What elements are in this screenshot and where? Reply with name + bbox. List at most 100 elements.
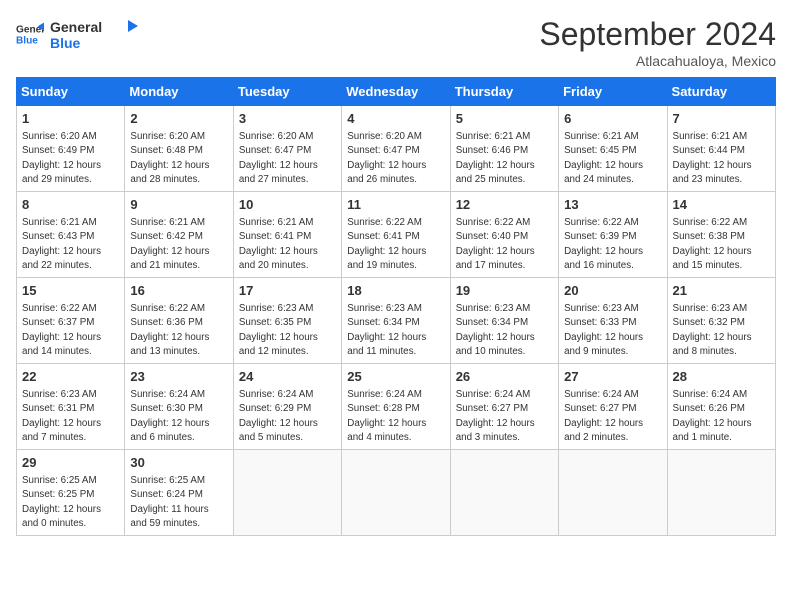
calendar-cell: 12 Sunrise: 6:22 AM Sunset: 6:40 PM Dayli… (450, 192, 558, 278)
calendar-body: 1 Sunrise: 6:20 AM Sunset: 6:49 PM Daylig… (17, 106, 776, 536)
day-number: 1 (22, 110, 119, 128)
calendar-cell: 4 Sunrise: 6:20 AM Sunset: 6:47 PM Daylig… (342, 106, 450, 192)
day-number: 17 (239, 282, 336, 300)
calendar-cell: 22 Sunrise: 6:23 AM Sunset: 6:31 PM Dayli… (17, 364, 125, 450)
svg-text:Blue: Blue (50, 35, 81, 51)
calendar-cell: 9Sunrise: 6:21 AM Sunset: 6:42 PM Daylig… (125, 192, 233, 278)
calendar-cell: 14 Sunrise: 6:22 AM Sunset: 6:38 PM Dayli… (667, 192, 775, 278)
day-info: Sunrise: 6:20 AM Sunset: 6:47 PM Dayligh… (239, 130, 336, 187)
day-number: 19 (456, 282, 553, 300)
calendar-cell: 19 Sunrise: 6:23 AM Sunset: 6:34 PM Dayli… (450, 278, 558, 364)
day-number: 27 (564, 368, 661, 386)
day-number: 15 (22, 282, 119, 300)
calendar-cell (342, 450, 450, 536)
day-number: 16 (130, 282, 227, 300)
calendar-cell (667, 450, 775, 536)
calendar-cell: 25 Sunrise: 6:24 AM Sunset: 6:28 PM Dayli… (342, 364, 450, 450)
calendar-cell: 16 Sunrise: 6:22 AM Sunset: 6:36 PM Dayli… (125, 278, 233, 364)
calendar-cell: 11Sunrise: 6:22 AM Sunset: 6:41 PM Dayli… (342, 192, 450, 278)
calendar-header-saturday: Saturday (667, 78, 775, 106)
day-number: 30 (130, 454, 227, 472)
day-info: Sunrise: 6:21 AM Sunset: 6:45 PM Dayligh… (564, 130, 661, 187)
calendar-week-row: 29 Sunrise: 6:25 AM Sunset: 6:25 PM Dayli… (17, 450, 776, 536)
calendar-cell: 13 Sunrise: 6:22 AM Sunset: 6:39 PM Dayli… (559, 192, 667, 278)
day-number: 21 (673, 282, 770, 300)
day-number: 5 (456, 110, 553, 128)
day-info: Sunrise: 6:25 AM Sunset: 6:25 PM Dayligh… (22, 474, 119, 531)
day-info: Sunrise: 6:21 AM Sunset: 6:41 PM Dayligh… (239, 216, 336, 273)
day-info: Sunrise: 6:21 AM Sunset: 6:42 PM Dayligh… (130, 216, 227, 273)
calendar-cell: 18Sunrise: 6:23 AM Sunset: 6:34 PM Dayli… (342, 278, 450, 364)
day-info: Sunrise: 6:22 AM Sunset: 6:37 PM Dayligh… (22, 302, 119, 359)
day-info: Sunrise: 6:23 AM Sunset: 6:31 PM Dayligh… (22, 388, 119, 445)
day-number: 14 (673, 196, 770, 214)
logo-icon: General Blue (16, 20, 44, 48)
day-info: Sunrise: 6:21 AM Sunset: 6:43 PM Dayligh… (22, 216, 119, 273)
day-info: Sunrise: 6:20 AM Sunset: 6:48 PM Dayligh… (130, 130, 227, 187)
day-number: 2 (130, 110, 227, 128)
day-number: 29 (22, 454, 119, 472)
day-number: 25 (347, 368, 444, 386)
day-number: 24 (239, 368, 336, 386)
calendar-cell: 6Sunrise: 6:21 AM Sunset: 6:45 PM Daylig… (559, 106, 667, 192)
calendar-cell: 7 Sunrise: 6:21 AM Sunset: 6:44 PM Daylig… (667, 106, 775, 192)
day-info: Sunrise: 6:20 AM Sunset: 6:47 PM Dayligh… (347, 130, 444, 187)
day-number: 10 (239, 196, 336, 214)
calendar-header-sunday: Sunday (17, 78, 125, 106)
page-header: General Blue General Blue September 2024… (16, 16, 776, 69)
day-info: Sunrise: 6:22 AM Sunset: 6:39 PM Dayligh… (564, 216, 661, 273)
day-info: Sunrise: 6:20 AM Sunset: 6:49 PM Dayligh… (22, 130, 119, 187)
day-info: Sunrise: 6:23 AM Sunset: 6:34 PM Dayligh… (456, 302, 553, 359)
day-info: Sunrise: 6:24 AM Sunset: 6:27 PM Dayligh… (456, 388, 553, 445)
day-info: Sunrise: 6:21 AM Sunset: 6:44 PM Dayligh… (673, 130, 770, 187)
calendar-header-friday: Friday (559, 78, 667, 106)
calendar-cell (559, 450, 667, 536)
day-info: Sunrise: 6:21 AM Sunset: 6:46 PM Dayligh… (456, 130, 553, 187)
day-info: Sunrise: 6:23 AM Sunset: 6:32 PM Dayligh… (673, 302, 770, 359)
calendar-cell: 24 Sunrise: 6:24 AM Sunset: 6:29 PM Dayli… (233, 364, 341, 450)
logo-graphic: General Blue (50, 16, 140, 52)
day-number: 22 (22, 368, 119, 386)
day-info: Sunrise: 6:24 AM Sunset: 6:28 PM Dayligh… (347, 388, 444, 445)
calendar-cell: 17 Sunrise: 6:23 AM Sunset: 6:35 PM Dayli… (233, 278, 341, 364)
calendar-header-thursday: Thursday (450, 78, 558, 106)
title-block: September 2024 Atlacahualoya, Mexico (539, 16, 776, 69)
calendar-cell (233, 450, 341, 536)
calendar-cell: 23Sunrise: 6:24 AM Sunset: 6:30 PM Dayli… (125, 364, 233, 450)
calendar-cell: 8Sunrise: 6:21 AM Sunset: 6:43 PM Daylig… (17, 192, 125, 278)
day-number: 12 (456, 196, 553, 214)
calendar-header-row: SundayMondayTuesdayWednesdayThursdayFrid… (17, 78, 776, 106)
calendar-week-row: 1 Sunrise: 6:20 AM Sunset: 6:49 PM Daylig… (17, 106, 776, 192)
calendar-cell: 30Sunrise: 6:25 AM Sunset: 6:24 PM Dayli… (125, 450, 233, 536)
logo: General Blue General Blue (16, 16, 140, 52)
calendar-week-row: 8Sunrise: 6:21 AM Sunset: 6:43 PM Daylig… (17, 192, 776, 278)
day-info: Sunrise: 6:23 AM Sunset: 6:33 PM Dayligh… (564, 302, 661, 359)
day-info: Sunrise: 6:22 AM Sunset: 6:40 PM Dayligh… (456, 216, 553, 273)
calendar-header-tuesday: Tuesday (233, 78, 341, 106)
calendar-cell: 29 Sunrise: 6:25 AM Sunset: 6:25 PM Dayli… (17, 450, 125, 536)
day-info: Sunrise: 6:22 AM Sunset: 6:38 PM Dayligh… (673, 216, 770, 273)
calendar-cell: 1 Sunrise: 6:20 AM Sunset: 6:49 PM Daylig… (17, 106, 125, 192)
calendar-cell: 10 Sunrise: 6:21 AM Sunset: 6:41 PM Dayli… (233, 192, 341, 278)
svg-text:General: General (50, 19, 102, 35)
calendar-cell: 28 Sunrise: 6:24 AM Sunset: 6:26 PM Dayli… (667, 364, 775, 450)
day-info: Sunrise: 6:23 AM Sunset: 6:35 PM Dayligh… (239, 302, 336, 359)
day-info: Sunrise: 6:22 AM Sunset: 6:36 PM Dayligh… (130, 302, 227, 359)
day-number: 7 (673, 110, 770, 128)
calendar-cell: 2 Sunrise: 6:20 AM Sunset: 6:48 PM Daylig… (125, 106, 233, 192)
calendar-cell: 21 Sunrise: 6:23 AM Sunset: 6:32 PM Dayli… (667, 278, 775, 364)
day-number: 4 (347, 110, 444, 128)
calendar-week-row: 15 Sunrise: 6:22 AM Sunset: 6:37 PM Dayli… (17, 278, 776, 364)
day-number: 26 (456, 368, 553, 386)
day-number: 18 (347, 282, 444, 300)
day-info: Sunrise: 6:24 AM Sunset: 6:27 PM Dayligh… (564, 388, 661, 445)
day-info: Sunrise: 6:24 AM Sunset: 6:26 PM Dayligh… (673, 388, 770, 445)
day-number: 28 (673, 368, 770, 386)
calendar-header-wednesday: Wednesday (342, 78, 450, 106)
day-info: Sunrise: 6:24 AM Sunset: 6:30 PM Dayligh… (130, 388, 227, 445)
calendar-cell (450, 450, 558, 536)
day-info: Sunrise: 6:24 AM Sunset: 6:29 PM Dayligh… (239, 388, 336, 445)
day-number: 13 (564, 196, 661, 214)
calendar-cell: 20 Sunrise: 6:23 AM Sunset: 6:33 PM Dayli… (559, 278, 667, 364)
day-number: 20 (564, 282, 661, 300)
